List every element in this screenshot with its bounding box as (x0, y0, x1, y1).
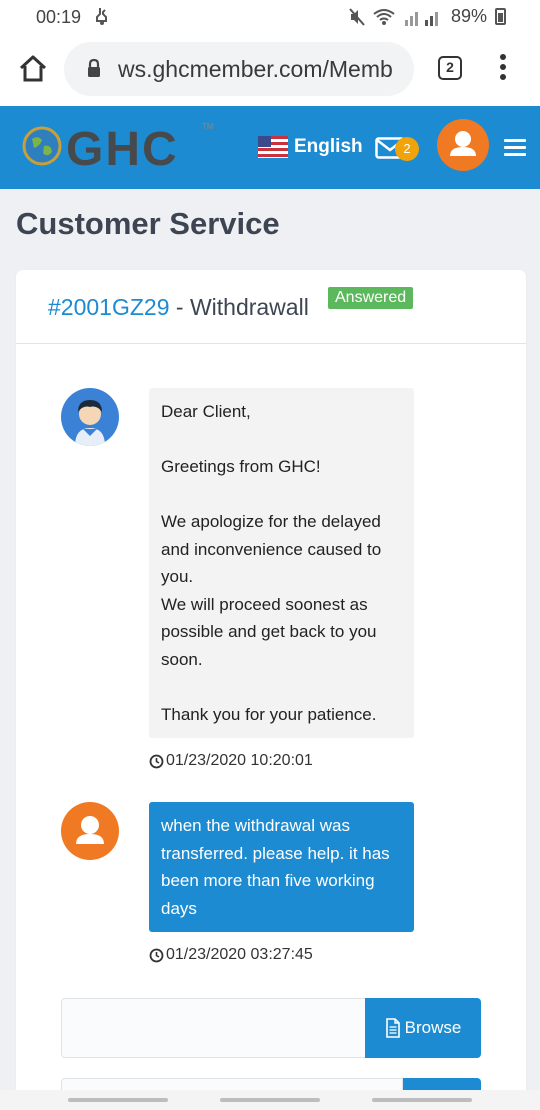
browser-menu-button[interactable] (497, 54, 509, 84)
ticket-title: #2001GZ29 - Withdrawall (48, 294, 309, 321)
notification-icon (94, 6, 110, 31)
recent-apps-gesture[interactable] (68, 1098, 168, 1102)
user-icon (450, 131, 476, 156)
mute-icon (349, 7, 365, 26)
site-header: GHC TM English (0, 106, 540, 189)
clock-icon (149, 754, 164, 768)
user-avatar-button[interactable] (437, 119, 489, 171)
message-line: We apologize for the delayed and inconve… (161, 512, 382, 586)
clock-icon (149, 948, 164, 962)
support-avatar (61, 388, 119, 446)
user-avatar (61, 802, 119, 860)
browse-label: Browse (404, 1018, 462, 1037)
browse-button[interactable]: Browse (365, 998, 481, 1058)
status-indicators: 89% (349, 6, 506, 27)
mail-count-badge: 2 (395, 137, 419, 161)
attachment-filename-field[interactable] (61, 998, 366, 1058)
message-line: Thank you for your patience. (161, 704, 377, 724)
home-icon (19, 55, 47, 82)
globe-icon (22, 126, 62, 166)
ticket-id: #2001GZ29 (48, 294, 170, 320)
home-button[interactable] (18, 54, 48, 84)
ghc-logo[interactable]: GHC TM (22, 122, 222, 176)
message-timestamp: 01/23/2020 03:27:45 (149, 946, 313, 964)
us-flag-icon (258, 136, 288, 158)
hamburger-menu-button[interactable] (504, 139, 526, 157)
support-agent-icon (75, 400, 105, 446)
home-gesture[interactable] (220, 1098, 320, 1102)
status-badge: Answered (328, 287, 414, 309)
browser-toolbar: ws.ghcmember.com/Memb 2 (0, 34, 540, 106)
address-bar[interactable]: ws.ghcmember.com/Memb (64, 42, 414, 96)
user-icon (76, 816, 104, 844)
wifi-icon (373, 8, 395, 25)
language-label: English (294, 136, 363, 157)
ticket-header: #2001GZ29 - Withdrawall Answered (16, 270, 526, 344)
signal-icon (404, 11, 438, 26)
ticket-subject: Withdrawall (189, 294, 309, 320)
language-selector[interactable]: English (258, 136, 363, 158)
battery-percent: 89% (450, 6, 487, 26)
lock-icon (86, 58, 102, 83)
ticket-separator: - (169, 294, 190, 320)
status-time: 00:19 (36, 7, 82, 27)
logo-trademark: TM (202, 122, 214, 131)
battery-icon (495, 8, 506, 25)
message-timestamp: 01/23/2020 10:20:01 (149, 752, 313, 770)
navigation-gesture-bar (0, 1090, 540, 1110)
message-line: We will proceed soonest as possible and … (161, 594, 377, 669)
ticket-card: #2001GZ29 - Withdrawall Answered Dear Cl… (16, 270, 526, 1110)
file-icon (385, 1018, 400, 1038)
logo-text: GHC (66, 123, 179, 176)
user-message-bubble: when the withdrawal was transferred. ple… (149, 802, 414, 932)
page-title: Customer Service (16, 206, 280, 241)
status-bar: 00:19 89% (0, 0, 540, 34)
timestamp-text: 01/23/2020 10:20:01 (166, 752, 313, 769)
timestamp-text: 01/23/2020 03:27:45 (166, 946, 313, 963)
message-line: Dear Client, (161, 402, 251, 421)
support-message-bubble: Dear Client, Greetings from GHC! We apol… (149, 388, 414, 738)
message-line: Greetings from GHC! (161, 457, 321, 476)
back-gesture[interactable] (372, 1098, 472, 1102)
tab-switcher-button[interactable]: 2 (438, 56, 462, 80)
url-text: ws.ghcmember.com/Memb (118, 56, 393, 82)
